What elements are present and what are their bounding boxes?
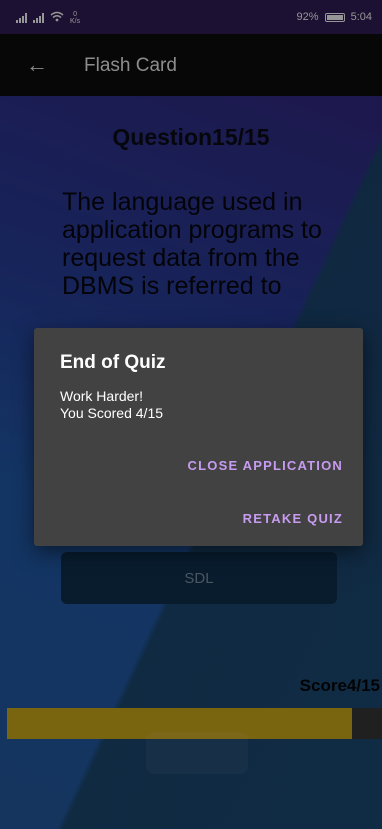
close-application-button[interactable]: CLOSE APPLICATION (188, 458, 343, 473)
dialog-message-line2: You Scored 4/15 (60, 405, 164, 421)
retake-quiz-button[interactable]: RETAKE QUIZ (243, 511, 343, 526)
dialog-title: End of Quiz (60, 352, 166, 373)
dialog-message: Work Harder! You Scored 4/15 (60, 388, 163, 422)
dialog-message-line1: Work Harder! (60, 388, 143, 404)
screen: 0 K/s 92% 5:04 ← Flash Card Question15/1… (0, 0, 382, 829)
end-of-quiz-dialog: End of Quiz Work Harder! You Scored 4/15… (34, 328, 363, 546)
